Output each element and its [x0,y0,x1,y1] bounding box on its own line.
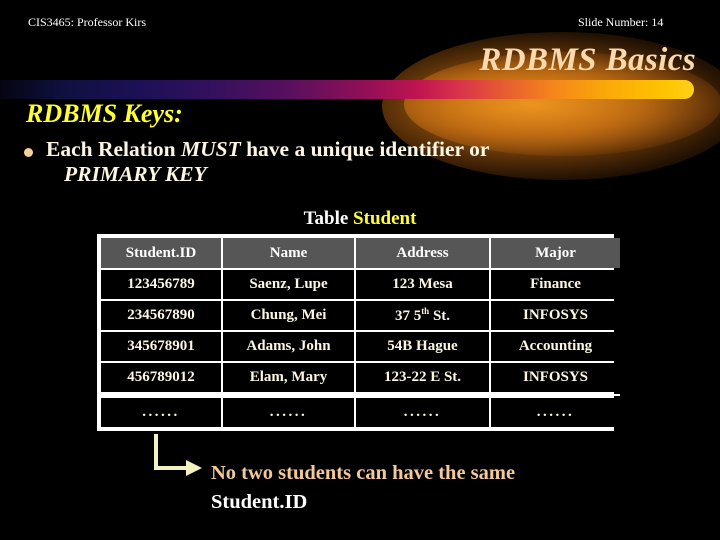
table-column-header: Student.ID [101,238,221,268]
table-cell: 456789012 [101,363,221,392]
header-course-label: CIS3465: Professor Kirs [28,15,147,29]
header-slide-number: Slide Number: 14 [578,15,664,29]
callout-arrow-icon [154,434,202,476]
table-row: ........................ [101,398,620,427]
table-cell: Accounting [491,332,620,361]
table-column-header: Name [223,238,354,268]
student-table: Student.ID Name Address Major 123456789 Saenz… [97,234,620,431]
bullet-dot-icon [24,148,33,157]
bullet-text-part2: have a unique identifier or [240,137,490,161]
bullet-item: Each Relation MUST have a unique identif… [24,137,684,187]
bullet-text-emphasis: MUST [180,137,241,161]
table-cell: ...... [223,398,354,427]
ordinal-superscript: th [421,306,430,316]
table-cell: INFOSYS [491,301,620,330]
table-cell: 123 Mesa [356,270,489,299]
table-caption-prefix: Table [303,208,354,229]
table-cell: Adams, John [223,332,354,361]
table-header-row: Student.ID Name Address Major [101,238,620,268]
student-table-grid: Student.ID Name Address Major 123456789 Saenz… [99,236,622,429]
table-cell: Finance [491,270,620,299]
callout-line-1: No two students can have the same [211,462,516,484]
banner-gradient-band [0,80,694,99]
table-row: 345678901 Adams, John 54B Hague Accounting [101,332,620,361]
bullet-text: Each Relation MUST have a unique identif… [46,137,489,187]
section-heading: RDBMS Keys: [26,99,183,128]
table-cell: Saenz, Lupe [223,270,354,299]
callout-text: No two students can have the same Studen… [211,459,681,517]
table-cell: 123-22 E St. [356,363,489,392]
table-caption-name: Student [353,208,417,229]
table-cell: 123456789 [101,270,221,299]
bullet-text-line2: PRIMARY KEY [64,162,207,186]
table-cell: 54B Hague [356,332,489,361]
table-cell: INFOSYS [491,363,620,392]
table-cell: ...... [491,398,620,427]
table-cell: 345678901 [101,332,221,361]
table-row: 234567890 Chung, Mei 37 5th St. INFOSYS [101,301,620,330]
bullet-text-part1: Each Relation [46,137,181,161]
table-cell: Chung, Mei [223,301,354,330]
table-cell: ...... [101,398,221,427]
table-column-header: Address [356,238,489,268]
table-separator-row [101,394,620,396]
table-row: 456789012 Elam, Mary 123-22 E St. INFOSYS [101,363,620,392]
table-cell: 234567890 [101,301,221,330]
table-caption: Table Student [0,208,720,230]
table-cell: Elam, Mary [223,363,354,392]
callout-line-2: Student.ID [211,491,308,513]
slide-title: RDBMS Basics [479,42,696,78]
table-cell: 37 5th St. [356,301,489,330]
table-cell: ...... [356,398,489,427]
table-column-header: Major [491,238,620,268]
slide-canvas: CIS3465: Professor Kirs Slide Number: 14… [0,0,720,540]
table-row: 123456789 Saenz, Lupe 123 Mesa Finance [101,270,620,299]
